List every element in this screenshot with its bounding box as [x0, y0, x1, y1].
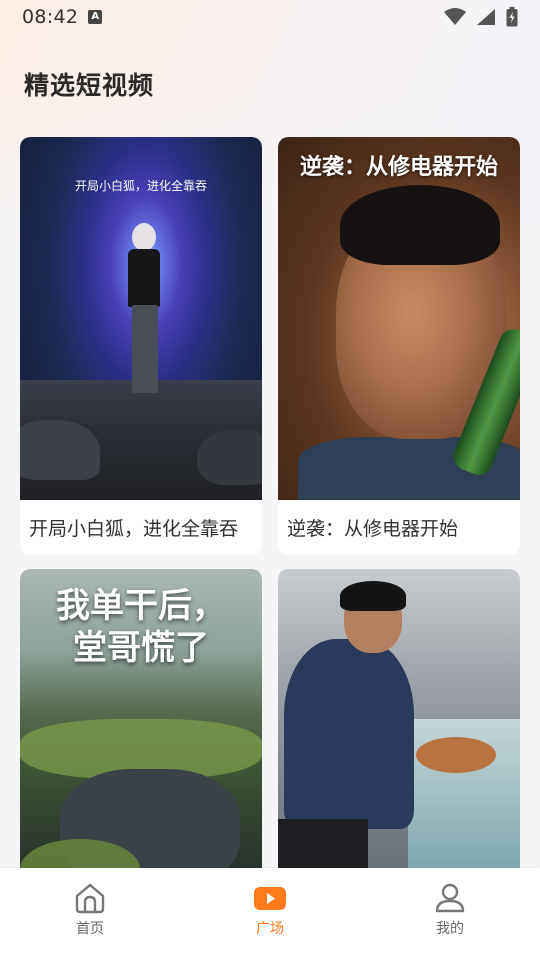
video-play-icon: [254, 887, 286, 910]
thumbnail-caption: 我单干后， 堂哥慌了: [20, 585, 262, 669]
wifi-icon: [444, 8, 466, 25]
cellular-signal-icon: [477, 9, 495, 25]
actor-pants: [278, 819, 368, 869]
king-crab: [416, 737, 496, 773]
status-icons: [444, 7, 518, 27]
rock: [20, 420, 100, 480]
status-bar: 08:42 A: [0, 0, 540, 34]
nav-item-mine[interactable]: 我的: [390, 882, 510, 938]
video-title[interactable]: 逆袭：从修电器开始: [278, 500, 520, 555]
character-head: [132, 223, 156, 251]
home-icon: [75, 883, 105, 914]
thumbnail-caption: 开局小白狐，进化全靠吞: [74, 179, 207, 193]
text-notification-icon: A: [88, 10, 103, 24]
nav-label: 首页: [76, 921, 104, 937]
bottom-navigation: 首页 广场 我的: [0, 868, 540, 960]
page-title: 精选短视频: [24, 71, 155, 100]
user-profile-icon: [435, 883, 465, 913]
nav-label: 广场: [256, 921, 284, 937]
video-card[interactable]: 逆袭：从修电器开始 逆袭：从修电器开始: [278, 137, 520, 555]
battery-charging-icon: [506, 7, 518, 27]
rock: [197, 430, 262, 485]
video-grid: 开局小白狐，进化全靠吞 开局小白狐，进化全靠吞 逆袭：从修电器开始 逆袭：从修电…: [20, 137, 520, 932]
character-body: [128, 249, 160, 307]
nav-label: 我的: [436, 921, 464, 937]
actor-hair: [340, 185, 500, 265]
nav-item-plaza[interactable]: 广场: [210, 882, 330, 938]
video-card[interactable]: 开局小白狐，进化全靠吞 开局小白狐，进化全靠吞: [20, 137, 262, 555]
character-figure: [124, 223, 164, 393]
thumbnail-caption: 逆袭：从修电器开始: [299, 155, 498, 180]
status-time: 08:42: [22, 6, 79, 28]
nav-item-home[interactable]: 首页: [30, 882, 150, 938]
video-title[interactable]: 开局小白狐，进化全靠吞: [20, 500, 262, 555]
video-thumbnail[interactable]: 开局小白狐，进化全靠吞: [20, 137, 262, 500]
actor-hair: [340, 581, 406, 611]
thumbnail-caption-line: 堂哥慌了: [73, 628, 209, 668]
actor-jacket: [284, 639, 414, 829]
thumbnail-caption-line: 我单干后，: [56, 586, 226, 626]
video-thumbnail[interactable]: 逆袭：从修电器开始: [278, 137, 520, 500]
character-legs: [132, 305, 158, 393]
